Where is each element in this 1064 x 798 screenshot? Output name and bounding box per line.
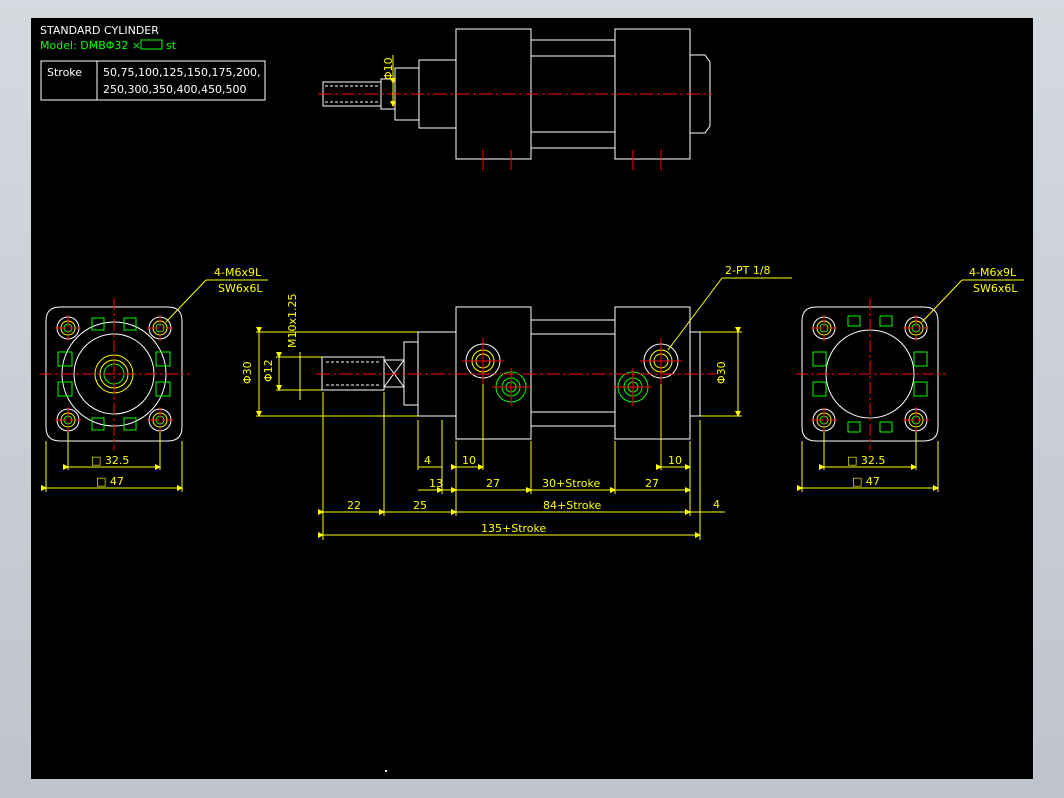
diameter-30-right-label: Φ30 <box>715 361 728 384</box>
dim-10-right: 10 <box>668 454 682 467</box>
front-view-dims <box>256 277 792 540</box>
front-view-dim-text: M10x1.25 Φ30 Φ12 Φ30 2-PT 1/8 4 10 10 13… <box>241 264 771 535</box>
diameter-30-left-label: Φ30 <box>241 361 254 384</box>
stroke-values-row2: 250,300,350,400,450,500 <box>103 83 246 96</box>
dim-10-left: 10 <box>462 454 476 467</box>
dim-4-right: 4 <box>713 498 720 511</box>
dim-27-left: 27 <box>486 477 500 490</box>
dim-84-plus-stroke: 84+Stroke <box>543 499 601 512</box>
thread-spec-label: M10x1.25 <box>286 294 299 349</box>
stroke-table-header: Stroke <box>47 66 82 79</box>
cursor-dot <box>385 770 387 772</box>
port-callout: 2-PT 1/8 <box>725 264 771 277</box>
left-end-view: □ 32.5 □ 47 4-M6x9L SW6x6L <box>40 266 268 492</box>
right-counterbore-callout: SW6x6L <box>973 282 1018 295</box>
drawing-title: STANDARD CYLINDER <box>40 24 159 37</box>
diameter-12-label: Φ12 <box>262 359 275 382</box>
title-block: STANDARD CYLINDER Model: DMBΦ32 × st Str… <box>40 24 266 101</box>
left-square-outer-dim: □ 47 <box>96 475 124 488</box>
stroke-values-row1: 50,75,100,125,150,175,200, <box>103 66 260 79</box>
dim-30-plus-stroke: 30+Stroke <box>542 477 600 490</box>
left-thread-callout: 4-M6x9L <box>214 266 262 279</box>
drawing-sheet: STANDARD CYLINDER Model: DMBΦ32 × st Str… <box>40 24 1024 772</box>
left-square-inner-dim: □ 32.5 <box>91 454 129 467</box>
front-view-centerlines <box>316 338 716 406</box>
front-view-ports <box>465 343 679 403</box>
dim-25: 25 <box>413 499 427 512</box>
model-suffix: st <box>166 39 177 52</box>
model-label: Model: DMBΦ32 × <box>40 39 141 52</box>
right-square-inner-dim: □ 32.5 <box>847 454 885 467</box>
cad-drawing-canvas: STANDARD CYLINDER Model: DMBΦ32 × st Str… <box>31 18 1033 779</box>
dim-13: 13 <box>429 477 443 490</box>
dim-22: 22 <box>347 499 361 512</box>
left-counterbore-callout: SW6x6L <box>218 282 263 295</box>
right-end-view: □ 32.5 □ 47 4-M6x9L SW6x6L <box>796 266 1024 492</box>
rod-diameter-label: Φ10 <box>382 57 395 80</box>
dim-4-left: 4 <box>424 454 431 467</box>
dim-135-plus-stroke: 135+Stroke <box>481 522 546 535</box>
dim-27-right: 27 <box>645 477 659 490</box>
stroke-input-box <box>140 39 163 50</box>
right-square-outer-dim: □ 47 <box>852 475 880 488</box>
right-thread-callout: 4-M6x9L <box>969 266 1017 279</box>
